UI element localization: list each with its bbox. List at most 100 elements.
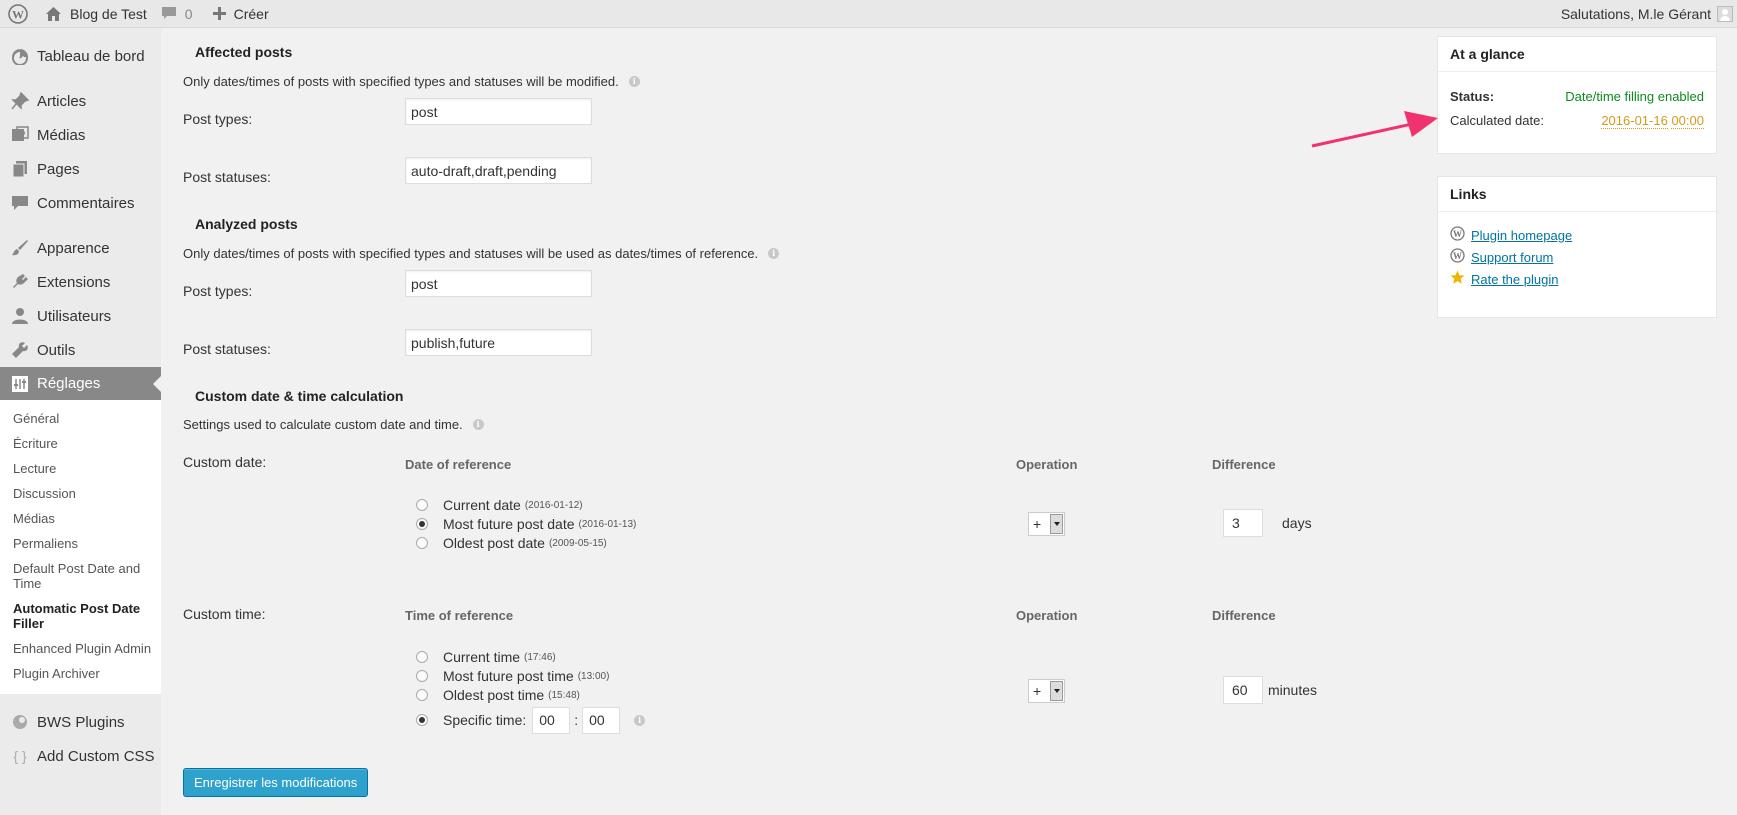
affected-types-label: Post types: bbox=[183, 111, 253, 127]
menu-label: Commentaires bbox=[37, 194, 135, 212]
menu-appearance[interactable]: Apparence bbox=[0, 231, 161, 265]
status-row: Status: Date/time filling enabled bbox=[1450, 89, 1704, 104]
analyzed-posts-desc: Only dates/times of posts with specified… bbox=[183, 246, 780, 261]
specific-hour-input[interactable]: 00 bbox=[532, 706, 571, 734]
settings-submenu: Général Écriture Lecture Discussion Médi… bbox=[0, 400, 161, 694]
affected-posts-desc: Only dates/times of posts with specified… bbox=[183, 74, 640, 89]
menu-extensions[interactable]: Extensions bbox=[0, 265, 161, 299]
at-a-glance-title: At a glance bbox=[1438, 37, 1716, 72]
comment-bubble-icon bbox=[161, 6, 177, 21]
comments-icon bbox=[10, 193, 30, 213]
save-button[interactable]: Enregistrer les modifications bbox=[183, 768, 369, 797]
radio-button[interactable] bbox=[416, 689, 428, 701]
submenu-media[interactable]: Médias bbox=[0, 506, 161, 531]
info-icon[interactable]: i bbox=[768, 248, 780, 259]
menu-settings[interactable]: Réglages bbox=[0, 367, 161, 400]
time-difference-input[interactable]: 60 bbox=[1223, 676, 1263, 704]
menu-label: Tableau de bord bbox=[37, 47, 145, 65]
submenu-plugin-archiver[interactable]: Plugin Archiver bbox=[0, 661, 161, 686]
submenu-discussion[interactable]: Discussion bbox=[0, 481, 161, 506]
menu-label: Apparence bbox=[37, 239, 110, 257]
radio-oldest-date[interactable]: Oldest post date (2009-05-15) bbox=[416, 534, 607, 552]
radio-current-time[interactable]: Current time (17:46) bbox=[416, 648, 556, 666]
time-difference-heading: Difference bbox=[1212, 608, 1276, 623]
chevron-down-icon[interactable] bbox=[1050, 514, 1063, 534]
submenu-reading[interactable]: Lecture bbox=[0, 456, 161, 481]
media-icon bbox=[10, 125, 30, 145]
info-icon[interactable]: i bbox=[634, 714, 646, 726]
link-text[interactable]: Plugin homepage bbox=[1471, 228, 1572, 243]
menu-label: Médias bbox=[37, 126, 86, 144]
menu-articles[interactable]: Articles bbox=[0, 84, 161, 118]
radio-button[interactable] bbox=[416, 651, 428, 663]
submenu-permalinks[interactable]: Permaliens bbox=[0, 531, 161, 556]
radio-label: Oldest post time bbox=[443, 687, 545, 703]
my-account-link[interactable]: Salutations, M.le Gérant bbox=[1561, 0, 1733, 28]
affected-statuses-label: Post statuses: bbox=[183, 169, 271, 185]
submenu-general[interactable]: Général bbox=[0, 406, 161, 431]
info-icon[interactable]: i bbox=[628, 76, 640, 87]
comments-count: 0 bbox=[184, 5, 193, 22]
greeting-text: Salutations, M.le Gérant bbox=[1560, 6, 1711, 22]
custom-date-label: Custom date: bbox=[183, 454, 267, 470]
analyzed-statuses-input[interactable] bbox=[405, 329, 592, 356]
radio-current-date[interactable]: Current date (2016-01-12) bbox=[416, 496, 583, 514]
analyzed-types-label: Post types: bbox=[183, 283, 253, 299]
menu-label: Articles bbox=[37, 92, 87, 110]
menu-tools[interactable]: Outils bbox=[0, 333, 161, 367]
radio-button[interactable] bbox=[416, 670, 428, 682]
custom-desc-text: Settings used to calculate custom date a… bbox=[183, 417, 463, 432]
submenu-automatic-post-date-filler[interactable]: Automatic Post Date Filler bbox=[0, 596, 161, 636]
radio-button-checked[interactable] bbox=[416, 518, 428, 530]
admin-sidebar: Tableau de bord Articles Médias Pages Co… bbox=[0, 28, 161, 815]
pin-icon bbox=[10, 91, 30, 111]
affected-types-input[interactable] bbox=[405, 98, 592, 125]
radio-button[interactable] bbox=[416, 537, 428, 549]
radio-note: (13:00) bbox=[577, 670, 610, 682]
date-operation-select[interactable]: + bbox=[1028, 512, 1065, 536]
menu-media[interactable]: Médias bbox=[0, 118, 161, 152]
link-plugin-homepage[interactable]: W Plugin homepage bbox=[1450, 224, 1716, 246]
create-new-link[interactable]: Créer bbox=[200, 0, 276, 28]
radio-label: Most future post time bbox=[443, 668, 574, 684]
time-operation-heading: Operation bbox=[1016, 608, 1078, 623]
radio-oldest-time[interactable]: Oldest post time (15:48) bbox=[416, 686, 580, 704]
radio-label: Oldest post date bbox=[443, 535, 545, 551]
main-content: Affected posts Only dates/times of posts… bbox=[161, 28, 1421, 815]
radio-note: (15:48) bbox=[548, 689, 580, 701]
site-name-link[interactable]: Blog de Test bbox=[38, 0, 154, 28]
menu-users[interactable]: Utilisateurs bbox=[0, 299, 161, 333]
comments-link[interactable]: 0 bbox=[154, 0, 200, 28]
wordpress-logo-icon[interactable]: W bbox=[0, 0, 38, 28]
affected-statuses-input[interactable] bbox=[405, 157, 592, 184]
link-rate-plugin[interactable]: Rate the plugin bbox=[1450, 268, 1716, 290]
submenu-default-post-date[interactable]: Default Post Date and Time bbox=[0, 556, 161, 596]
menu-dashboard[interactable]: Tableau de bord bbox=[0, 39, 161, 73]
specific-minute-input[interactable]: 00 bbox=[582, 706, 621, 734]
radio-button-checked[interactable] bbox=[416, 714, 428, 726]
link-text[interactable]: Rate the plugin bbox=[1471, 272, 1558, 287]
link-text[interactable]: Support forum bbox=[1471, 250, 1553, 265]
link-support-forum[interactable]: W Support forum bbox=[1450, 246, 1716, 268]
radio-most-future-time[interactable]: Most future post time (13:00) bbox=[416, 667, 609, 685]
radio-label: Specific time: bbox=[443, 712, 527, 728]
menu-add-custom-css[interactable]: { } Add Custom CSS bbox=[0, 739, 161, 773]
time-operation-select[interactable]: + bbox=[1028, 679, 1065, 703]
radio-specific-time[interactable]: Specific time: 00 : 00 i bbox=[416, 706, 646, 734]
chevron-down-icon[interactable] bbox=[1050, 681, 1063, 701]
radio-label: Current time bbox=[443, 649, 521, 665]
calculated-date-value: 2016-01-16 00:00 bbox=[1601, 113, 1704, 129]
date-ref-heading: Date of reference bbox=[405, 457, 512, 472]
wordpress-icon: W bbox=[1450, 248, 1465, 266]
analyzed-types-input[interactable] bbox=[405, 270, 592, 297]
submenu-writing[interactable]: Écriture bbox=[0, 431, 161, 456]
submenu-enhanced-plugin-admin[interactable]: Enhanced Plugin Admin bbox=[0, 636, 161, 661]
menu-bws-plugins[interactable]: BWS Plugins bbox=[0, 705, 161, 739]
menu-comments[interactable]: Commentaires bbox=[0, 186, 161, 220]
star-icon bbox=[1450, 270, 1465, 288]
menu-pages[interactable]: Pages bbox=[0, 152, 161, 186]
radio-most-future-date[interactable]: Most future post date (2016-01-13) bbox=[416, 515, 636, 533]
info-icon[interactable]: i bbox=[472, 419, 484, 430]
date-difference-input[interactable]: 3 bbox=[1223, 509, 1263, 537]
radio-button[interactable] bbox=[416, 499, 428, 511]
